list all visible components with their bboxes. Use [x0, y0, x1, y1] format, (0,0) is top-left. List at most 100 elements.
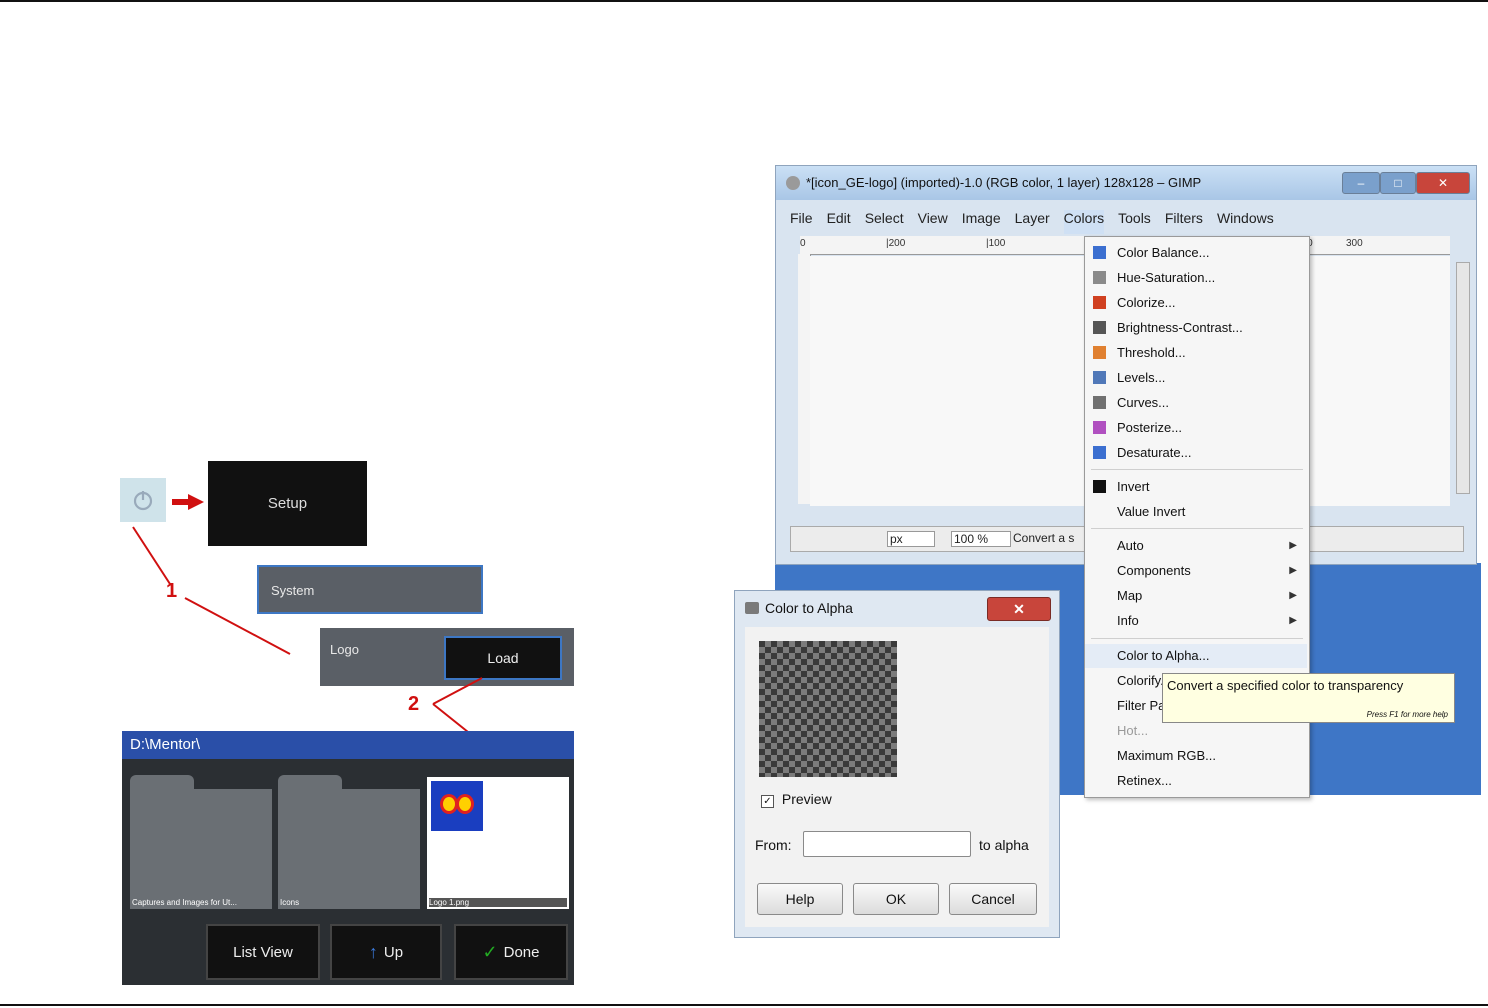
menu-tools[interactable]: Tools	[1118, 210, 1151, 234]
callout-2: 2	[408, 693, 420, 715]
preview-image	[759, 641, 897, 777]
desaturate-icon	[1093, 446, 1106, 459]
menu-item-label: Maximum RGB...	[1117, 748, 1216, 763]
menu-item-label: Brightness-Contrast...	[1117, 320, 1243, 335]
menu-item-desaturate[interactable]: Desaturate...	[1085, 441, 1307, 465]
up-button[interactable]: ↑ Up	[330, 924, 442, 980]
thumbnail-blob	[443, 797, 455, 811]
to-alpha-label: to alpha	[979, 837, 1029, 853]
menu-separator	[1091, 469, 1303, 470]
menu-item-label: Threshold...	[1117, 345, 1186, 360]
folder-tab	[130, 775, 194, 791]
menu-layer[interactable]: Layer	[1015, 210, 1050, 234]
checkmark-icon: ✓	[482, 941, 498, 962]
gimp-menubar: File Edit Select View Image Layer Colors…	[790, 210, 1462, 234]
color-balance-icon	[1093, 246, 1106, 259]
list-view-button[interactable]: List View	[206, 924, 320, 980]
menu-item-value-invert[interactable]: Value Invert	[1085, 500, 1307, 524]
posterize-icon	[1093, 421, 1106, 434]
unit-select[interactable]: px	[887, 531, 935, 547]
ruler-tick: 300	[1346, 238, 1363, 249]
menu-separator	[1091, 528, 1303, 529]
menu-item-label: Map	[1117, 588, 1143, 603]
folder-icons[interactable]: Icons	[278, 775, 420, 909]
minimize-button[interactable]: –	[1342, 172, 1380, 194]
menu-edit[interactable]: Edit	[827, 210, 851, 234]
status-message: Convert a s	[1013, 531, 1075, 545]
menu-item-label: Desaturate...	[1117, 445, 1192, 460]
menu-item-label: Curves...	[1117, 395, 1170, 410]
menu-item-color-balance[interactable]: Color Balance...	[1085, 241, 1307, 265]
thumbnail-blob	[459, 797, 471, 811]
color-to-alpha-dialog: Color to Alpha ✕ ✓ Preview From: to alph…	[734, 590, 1060, 938]
menu-item-label: Colorize...	[1117, 295, 1176, 310]
callout-1: 1	[166, 580, 178, 602]
submenu-arrow-icon: ▶	[1289, 540, 1297, 551]
menu-item-hue-saturation[interactable]: Hue-Saturation...	[1085, 266, 1307, 290]
help-label: Help	[785, 891, 815, 907]
menu-view[interactable]: View	[918, 210, 948, 234]
checkbox-icon: ✓	[761, 795, 774, 808]
submenu-arrow-icon: ▶	[1289, 615, 1297, 626]
logo-thumbnail	[431, 781, 483, 831]
ruler-tick: 0	[800, 238, 806, 249]
menu-file[interactable]: File	[790, 210, 813, 234]
gimp-app-icon	[786, 176, 800, 190]
menu-item-curves[interactable]: Curves...	[1085, 391, 1307, 415]
menu-item-label: Hue-Saturation...	[1117, 270, 1216, 285]
menu-item-colorize[interactable]: Colorize...	[1085, 291, 1307, 315]
preview-checkbox[interactable]: ✓ Preview	[761, 791, 832, 808]
levels-icon	[1093, 371, 1106, 384]
threshold-icon	[1093, 346, 1106, 359]
up-arrow-icon: ↑	[368, 941, 378, 962]
dialog-app-icon	[745, 602, 759, 614]
menu-item-threshold[interactable]: Threshold...	[1085, 341, 1307, 365]
ok-button[interactable]: OK	[853, 883, 939, 915]
file-logo-png[interactable]: Logo 1.png	[427, 777, 569, 909]
ruler-tick: |200	[886, 238, 906, 249]
brightness-contrast-icon	[1093, 321, 1106, 334]
menu-item-color-to-alpha[interactable]: Color to Alpha...	[1085, 644, 1307, 668]
menu-item-auto[interactable]: Auto ▶	[1085, 534, 1307, 558]
menu-item-label: Posterize...	[1117, 420, 1183, 435]
menu-item-components[interactable]: Components ▶	[1085, 559, 1307, 583]
menu-item-posterize[interactable]: Posterize...	[1085, 416, 1307, 440]
menu-item-label: Levels...	[1117, 370, 1166, 385]
folder-captures[interactable]: Captures and Images for Ut...	[130, 775, 272, 909]
invert-icon	[1093, 480, 1106, 493]
menu-item-levels[interactable]: Levels...	[1085, 366, 1307, 390]
menu-item-label: Value Invert	[1117, 504, 1186, 519]
done-label: Done	[503, 943, 540, 961]
menu-filters[interactable]: Filters	[1165, 210, 1203, 234]
menu-item-brightness-contrast[interactable]: Brightness-Contrast...	[1085, 316, 1307, 340]
done-button[interactable]: ✓ Done	[454, 924, 568, 980]
menu-item-info[interactable]: Info ▶	[1085, 609, 1307, 633]
menu-item-label: Hot...	[1117, 723, 1149, 738]
cancel-button[interactable]: Cancel	[949, 883, 1037, 915]
path-bar: D:\Mentor\	[122, 731, 574, 759]
dialog-close-button[interactable]: ✕	[987, 597, 1051, 621]
close-window-button[interactable]: ✕	[1416, 172, 1470, 194]
colorize-icon	[1093, 296, 1106, 309]
from-color-button[interactable]	[803, 831, 971, 857]
menu-image[interactable]: Image	[962, 210, 1001, 234]
menu-item-label: Color Balance...	[1117, 245, 1210, 260]
menu-item-maximum-rgb[interactable]: Maximum RGB...	[1085, 744, 1307, 768]
maximize-button[interactable]: □	[1380, 172, 1416, 194]
menu-item-label: Invert	[1117, 479, 1150, 494]
menu-item-label: Components	[1117, 563, 1191, 578]
menu-colors[interactable]: Colors	[1063, 210, 1105, 234]
help-button[interactable]: Help	[757, 883, 843, 915]
tooltip-hint: Press F1 for more help	[1366, 710, 1448, 719]
menu-separator	[1091, 638, 1303, 639]
ruler-tick: |100	[986, 238, 1006, 249]
menu-item-label: Retinex...	[1117, 773, 1172, 788]
menu-item-retinex[interactable]: Retinex...	[1085, 769, 1307, 793]
vertical-scrollbar[interactable]	[1456, 262, 1470, 494]
menu-windows[interactable]: Windows	[1217, 210, 1274, 234]
menu-item-map[interactable]: Map ▶	[1085, 584, 1307, 608]
zoom-select[interactable]: 100 %	[951, 531, 1011, 547]
menu-item-label: Auto	[1117, 538, 1144, 553]
menu-item-invert[interactable]: Invert	[1085, 475, 1307, 499]
menu-select[interactable]: Select	[865, 210, 904, 234]
